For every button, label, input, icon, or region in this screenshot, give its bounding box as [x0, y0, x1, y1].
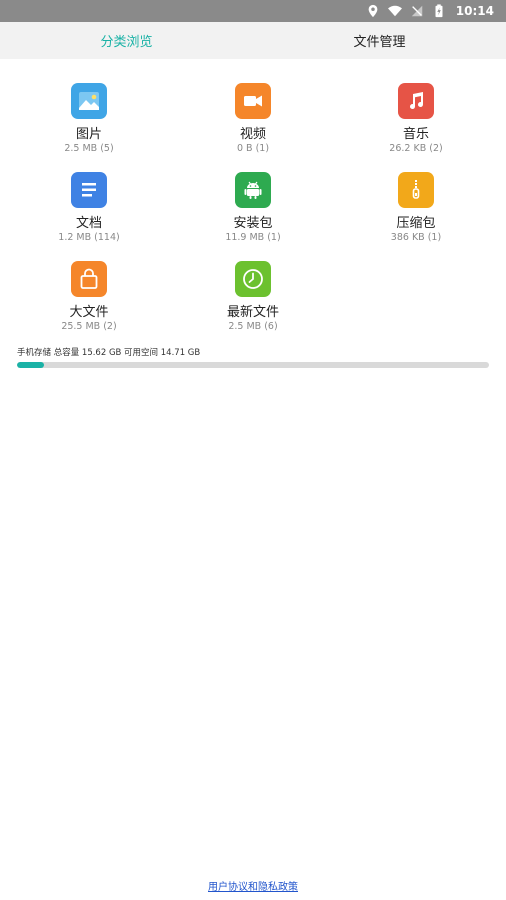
category-name: 音乐 [402, 127, 429, 142]
category-icon-box [398, 83, 434, 119]
category-size: 386 KB (1) [390, 232, 442, 243]
category-size: 0 B (1) [236, 143, 270, 154]
tab-bar: 分类浏览 文件管理 [0, 22, 506, 59]
tab-file-management[interactable]: 文件管理 [253, 22, 506, 59]
video-camera-icon [244, 95, 262, 107]
category-name: 大文件 [69, 305, 109, 320]
storage-progress-fill [17, 362, 45, 368]
category-apks[interactable]: 安装包 11.9 MB (1) [169, 169, 337, 257]
wifi-icon [387, 5, 402, 17]
category-size: 11.9 MB (1) [225, 232, 281, 243]
category-icon-box [235, 261, 271, 297]
category-name: 压缩包 [396, 216, 436, 231]
category-size: 25.5 MB (2) [61, 321, 117, 332]
category-large-files[interactable]: 大文件 25.5 MB (2) [5, 258, 173, 346]
category-size: 2.5 MB (6) [228, 321, 278, 332]
category-name: 安装包 [233, 216, 273, 231]
user-agreement-privacy-link[interactable]: 用户协议和隐私政策 [0, 878, 506, 893]
category-videos[interactable]: 视频 0 B (1) [169, 80, 337, 168]
category-icon-box [71, 261, 107, 297]
image-icon [79, 92, 99, 110]
category-size: 26.2 KB (2) [389, 143, 443, 154]
category-recent-files[interactable]: 最新文件 2.5 MB (6) [169, 258, 337, 346]
category-documents[interactable]: 文档 1.2 MB (114) [5, 169, 173, 257]
category-images[interactable]: 图片 2.5 MB (5) [5, 80, 173, 168]
category-size: 1.2 MB (114) [58, 232, 120, 243]
storage-label: 手机存储 总容量 15.62 GB 可用空间 14.71 GB [17, 348, 201, 358]
category-name: 文档 [75, 216, 102, 231]
category-icon-box [398, 172, 434, 208]
category-icon-box [235, 172, 271, 208]
category-archives[interactable]: 压缩包 386 KB (1) [332, 169, 500, 257]
android-icon [244, 181, 262, 199]
no-signal-icon [411, 5, 423, 17]
tab-category-browse[interactable]: 分类浏览 [0, 22, 253, 59]
zip-icon [412, 180, 420, 199]
music-note-icon [410, 92, 424, 110]
category-size: 2.5 MB (5) [64, 143, 114, 154]
shopping-bag-icon [80, 268, 98, 289]
status-bar: 10:14 [0, 0, 506, 22]
category-name: 视频 [239, 127, 266, 142]
category-icon-box [71, 83, 107, 119]
category-icon-box [71, 172, 107, 208]
location-icon [368, 4, 378, 18]
category-music[interactable]: 音乐 26.2 KB (2) [332, 80, 500, 168]
storage-progress-bar [17, 362, 489, 368]
category-name: 图片 [75, 127, 102, 142]
category-name: 最新文件 [226, 305, 279, 320]
battery-charging-icon [435, 4, 443, 18]
tab-label: 分类浏览 [100, 35, 153, 50]
clock-icon [243, 269, 263, 289]
status-time: 10:14 [455, 4, 494, 18]
document-icon [82, 183, 96, 197]
tab-label: 文件管理 [353, 35, 406, 50]
category-icon-box [235, 83, 271, 119]
